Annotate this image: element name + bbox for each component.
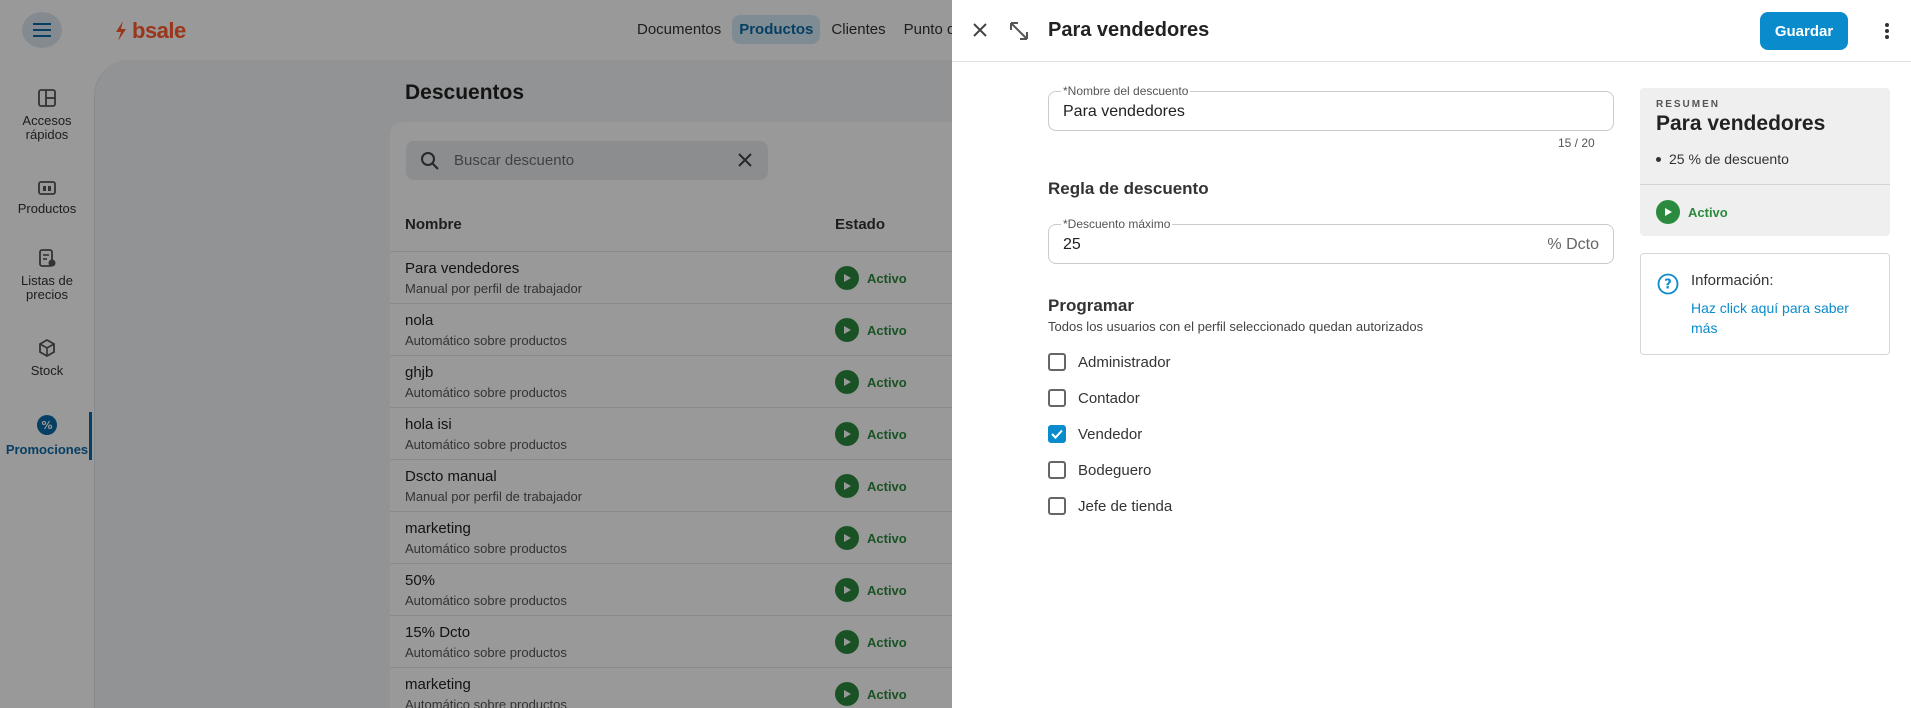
info-title: Información:	[1691, 272, 1774, 289]
max-discount-suffix: % Dcto	[1547, 236, 1599, 253]
profile-checkbox-row[interactable]: Jefe de tienda	[1048, 497, 1172, 515]
summary-status: Activo	[1656, 200, 1728, 224]
checkbox-checked[interactable]	[1048, 425, 1066, 443]
summary-divider	[1640, 184, 1890, 185]
drawer-header: Para vendedores Guardar	[952, 0, 1911, 62]
discount-name-field[interactable]: *Nombre del descuento Para vendedores	[1048, 85, 1614, 131]
max-discount-field[interactable]: *Descuento máximo 25 % Dcto	[1048, 218, 1614, 264]
close-button[interactable]	[968, 18, 992, 42]
svg-text:?: ?	[1664, 278, 1672, 293]
summary-kicker: RESUMEN	[1656, 99, 1721, 110]
checkbox[interactable]	[1048, 461, 1066, 479]
discount-name-value: Para vendedores	[1063, 103, 1185, 120]
info-panel: ? Información: Haz click aquí para saber…	[1640, 253, 1890, 355]
profile-checkbox-row[interactable]: Administrador	[1048, 353, 1171, 371]
play-icon	[1656, 200, 1680, 224]
more-options-button[interactable]	[1880, 20, 1894, 42]
checkbox[interactable]	[1048, 497, 1066, 515]
summary-title: Para vendedores	[1656, 112, 1826, 135]
char-counter: 15 / 20	[1558, 136, 1595, 150]
more-vertical-icon	[1885, 23, 1889, 39]
summary-bullet: 25 % de descuento	[1656, 151, 1789, 167]
max-discount-label: *Descuento máximo	[1061, 217, 1173, 231]
help-icon: ?	[1657, 273, 1679, 295]
profile-checkbox-row[interactable]: Bodeguero	[1048, 461, 1151, 479]
drawer-title: Para vendedores	[1048, 19, 1210, 41]
checkbox-label: Bodeguero	[1078, 461, 1152, 479]
rule-section-title: Regla de descuento	[1048, 179, 1209, 198]
check-icon	[1051, 429, 1063, 439]
checkbox[interactable]	[1048, 389, 1066, 407]
checkbox-label: Jefe de tienda	[1078, 497, 1173, 515]
discount-name-label: *Nombre del descuento	[1061, 84, 1191, 98]
checkbox[interactable]	[1048, 353, 1066, 371]
schedule-section-title: Programar	[1048, 296, 1134, 315]
summary-status-label: Activo	[1688, 204, 1728, 220]
save-button[interactable]: Guardar	[1760, 12, 1848, 50]
schedule-description: Todos los usuarios con el perfil selecci…	[1048, 319, 1424, 334]
edit-discount-drawer: Para vendedores Guardar *Nombre del desc…	[952, 0, 1911, 708]
expand-icon	[1010, 22, 1028, 40]
expand-button[interactable]	[1006, 18, 1032, 44]
checkbox-label: Vendedor	[1078, 425, 1143, 443]
modal-backdrop[interactable]	[0, 0, 952, 708]
checkbox-label: Contador	[1078, 389, 1140, 407]
close-icon	[973, 23, 987, 37]
checkbox-label: Administrador	[1078, 353, 1171, 371]
profile-checkbox-row[interactable]: Contador	[1048, 389, 1140, 407]
profile-checkbox-row[interactable]: Vendedor	[1048, 425, 1142, 443]
summary-panel: RESUMEN Para vendedores 25 % de descuent…	[1640, 88, 1890, 236]
max-discount-value: 25	[1063, 236, 1081, 253]
info-link[interactable]: Haz click aquí para saber más	[1691, 298, 1871, 338]
